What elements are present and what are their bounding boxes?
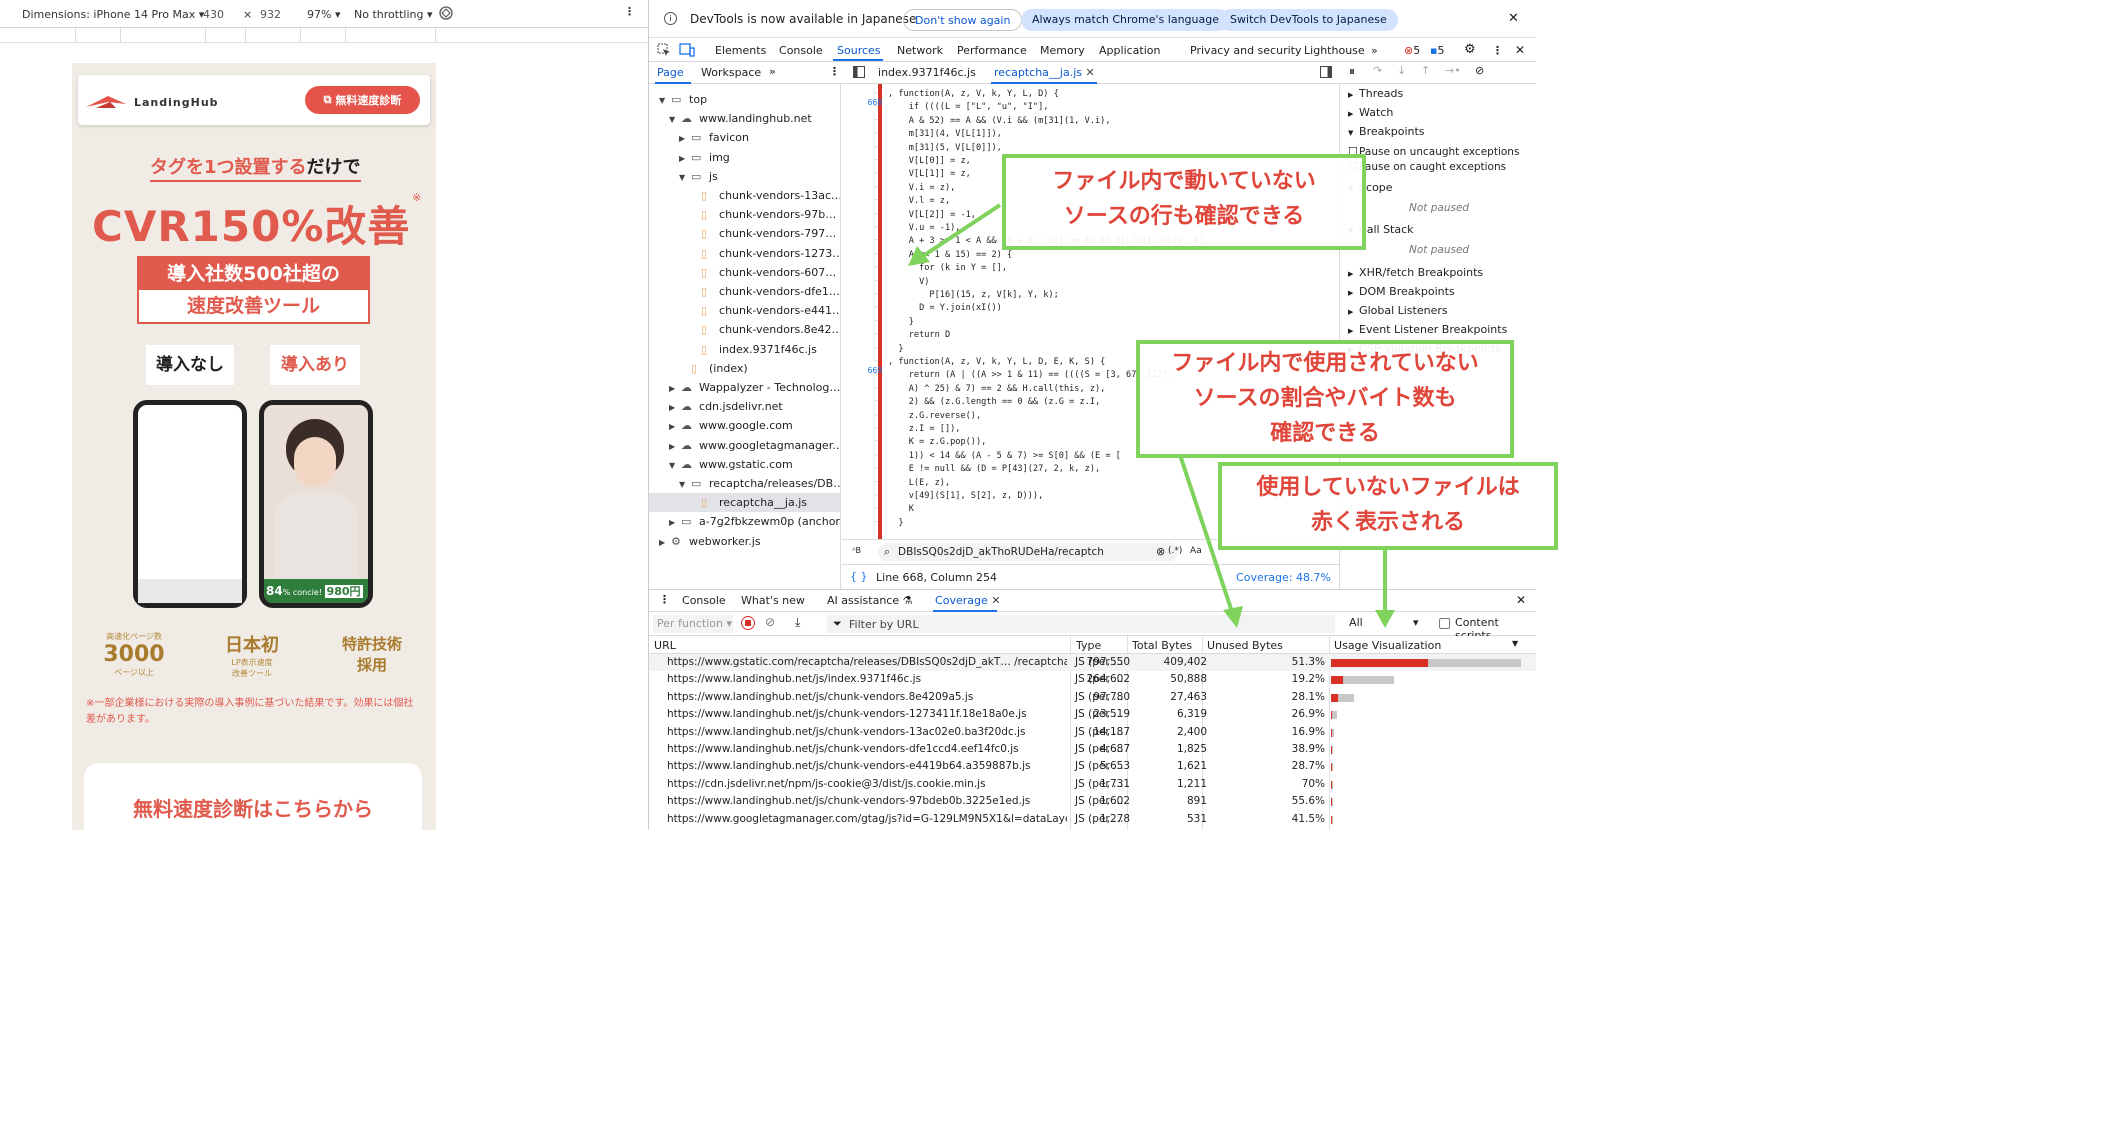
annotation-3-line2: 赤く表示される [1311, 510, 1466, 536]
arrow-3-head [1375, 610, 1396, 629]
annotation-2-line2: ソースの割合やバイト数も [1193, 386, 1457, 412]
annotation-2-line3: 確認できる [1270, 421, 1380, 447]
annotation-red-files: 使用していないファイルは 赤く表示される [1218, 462, 1559, 551]
annotation-3-line1: 使用していないファイルは [1256, 475, 1520, 501]
arrow-2-head [1223, 606, 1244, 629]
annotation-1-line2: ソースの行も確認できる [1063, 204, 1305, 230]
annotation-unused-bytes: ファイル内で使用されていない ソースの割合やバイト数も 確認できる [1136, 340, 1515, 459]
arrow-1-line [918, 203, 1002, 260]
annotation-2-line1: ファイル内で使用されていない [1171, 351, 1479, 377]
annotation-unused-lines: ファイル内で動いていない ソースの行も確認できる [1002, 154, 1367, 251]
arrow-1-head [908, 246, 931, 267]
annotation-1-line1: ファイル内で動いていない [1052, 169, 1316, 195]
